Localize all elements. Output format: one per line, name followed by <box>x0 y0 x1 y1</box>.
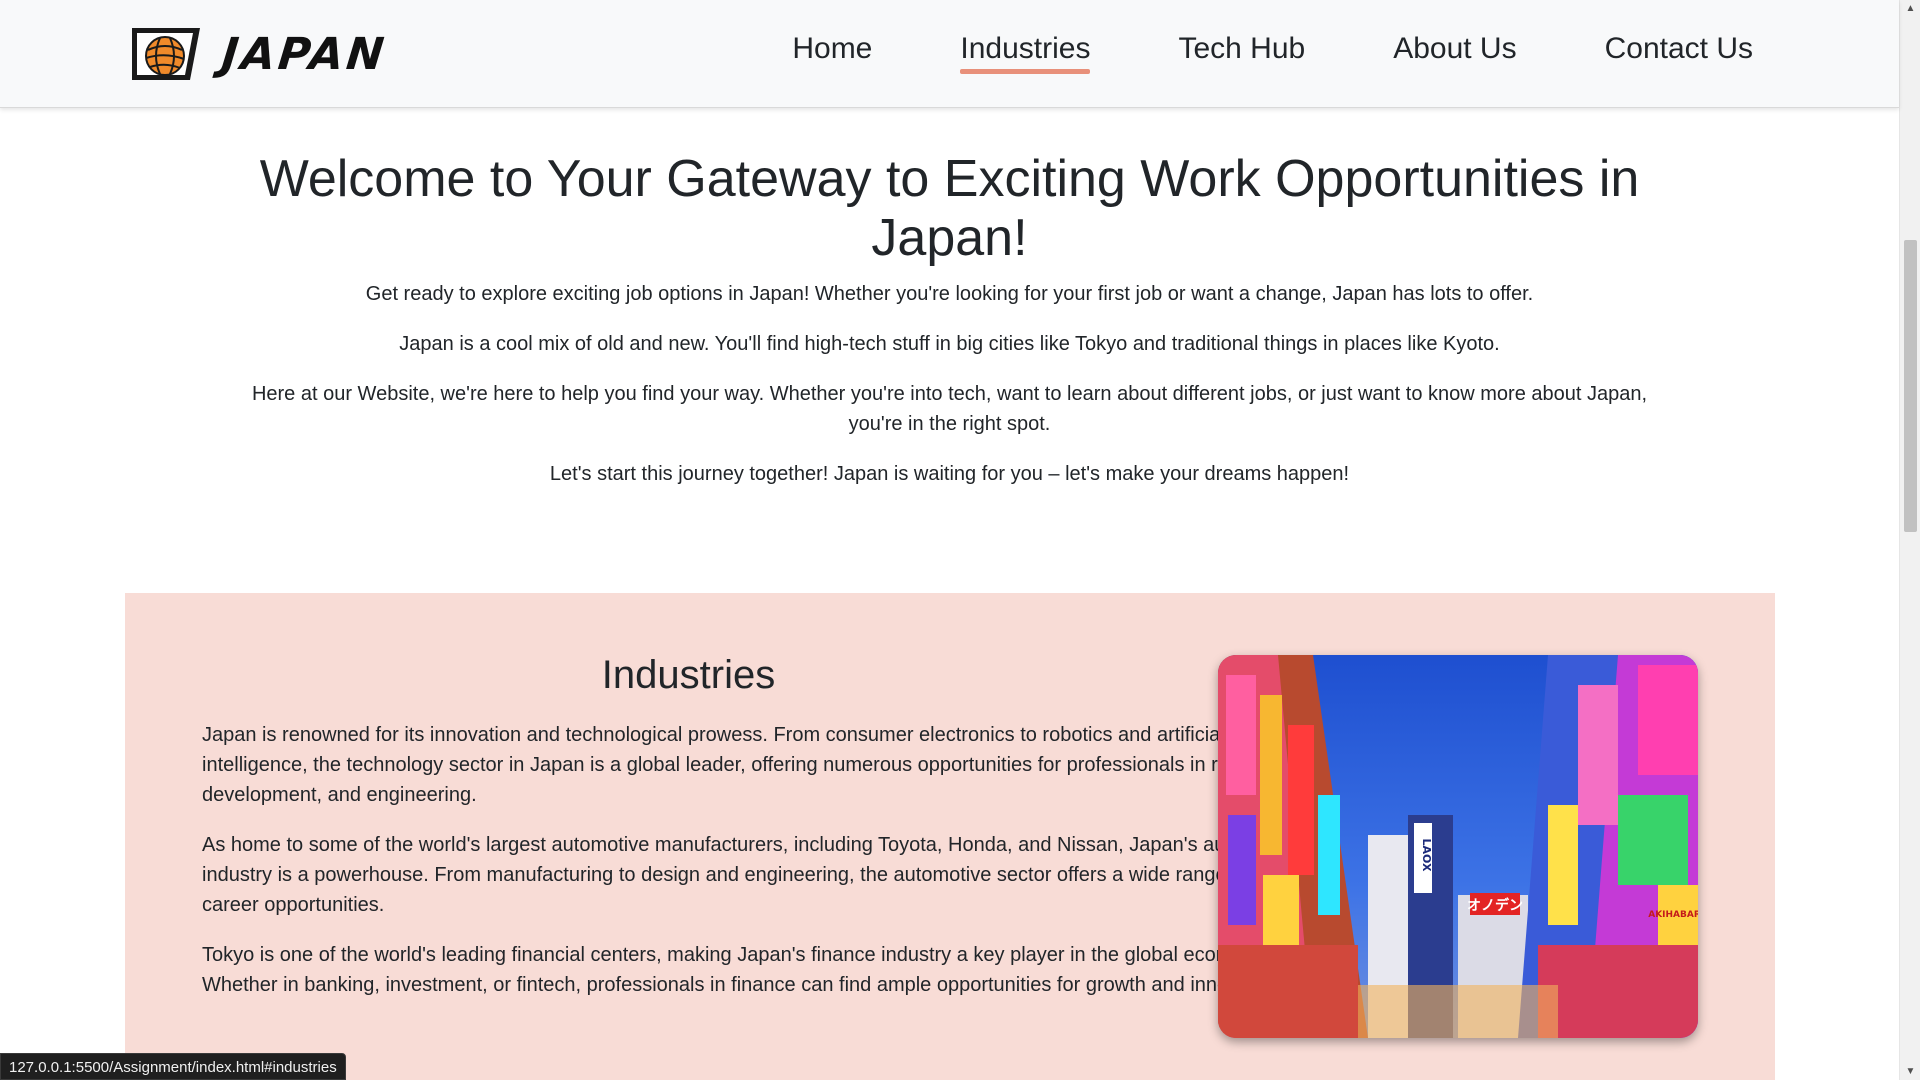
welcome-paragraph: Get ready to explore exciting job option… <box>365 283 1534 305</box>
scroll-down-arrow-icon[interactable]: ▼ <box>1900 1063 1920 1080</box>
welcome-section: Welcome to Your Gateway to Exciting Work… <box>0 108 1899 489</box>
page-scrollbar[interactable]: ▲ ▼ <box>1899 0 1920 1080</box>
top-navbar: JAPAN Home Industries Tech Hub About Us … <box>0 0 1899 108</box>
brand-link[interactable]: JAPAN <box>130 25 390 83</box>
main-nav: Home Industries Tech Hub About Us Contac… <box>792 32 1753 74</box>
nav-item-about-us[interactable]: About Us <box>1393 32 1516 70</box>
status-url-tooltip: 127.0.0.1:5500/Assignment/index.html#ind… <box>0 1053 346 1080</box>
nav-item-contact-us[interactable]: Contact Us <box>1605 32 1753 70</box>
japan-globe-logo-icon <box>132 28 200 80</box>
industries-paragraph: As home to some of the world's largest a… <box>202 834 1301 916</box>
akihabara-street-image: オノデン LAOX AKIHABARA <box>1218 655 1698 1038</box>
welcome-paragraph: Japan is a cool mix of old and new. You'… <box>399 333 1500 355</box>
industries-heading: Industries <box>601 653 776 697</box>
welcome-title: Welcome to Your Gateway to Exciting Work… <box>259 150 1640 267</box>
scroll-thumb[interactable] <box>1904 240 1917 532</box>
sign-onoden: オノデン <box>1467 897 1523 914</box>
welcome-paragraph: Let's start this journey together! Japan… <box>549 463 1350 485</box>
brand-name: JAPAN <box>219 28 390 80</box>
sign-akihabara: AKIHABARA <box>1648 910 1698 920</box>
welcome-paragraph: Here at our Website, we're here to help … <box>251 383 1648 435</box>
industries-section: Industries Japan is renowned for its inn… <box>125 593 1775 1080</box>
nav-item-home[interactable]: Home <box>792 32 872 70</box>
nav-item-tech-hub[interactable]: Tech Hub <box>1178 32 1305 70</box>
akihabara-street-illustration: オノデン LAOX AKIHABARA <box>1218 655 1698 1038</box>
industries-text: Industries Japan is renowned for its inn… <box>202 653 1307 1020</box>
sign-laox: LAOX <box>1420 839 1433 872</box>
industries-paragraph: Tokyo is one of the world's leading fina… <box>202 944 1288 996</box>
industries-paragraph: Japan is renowned for its innovation and… <box>202 724 1295 806</box>
nav-item-industries[interactable]: Industries <box>960 32 1091 74</box>
scroll-up-arrow-icon[interactable]: ▲ <box>1900 0 1920 17</box>
